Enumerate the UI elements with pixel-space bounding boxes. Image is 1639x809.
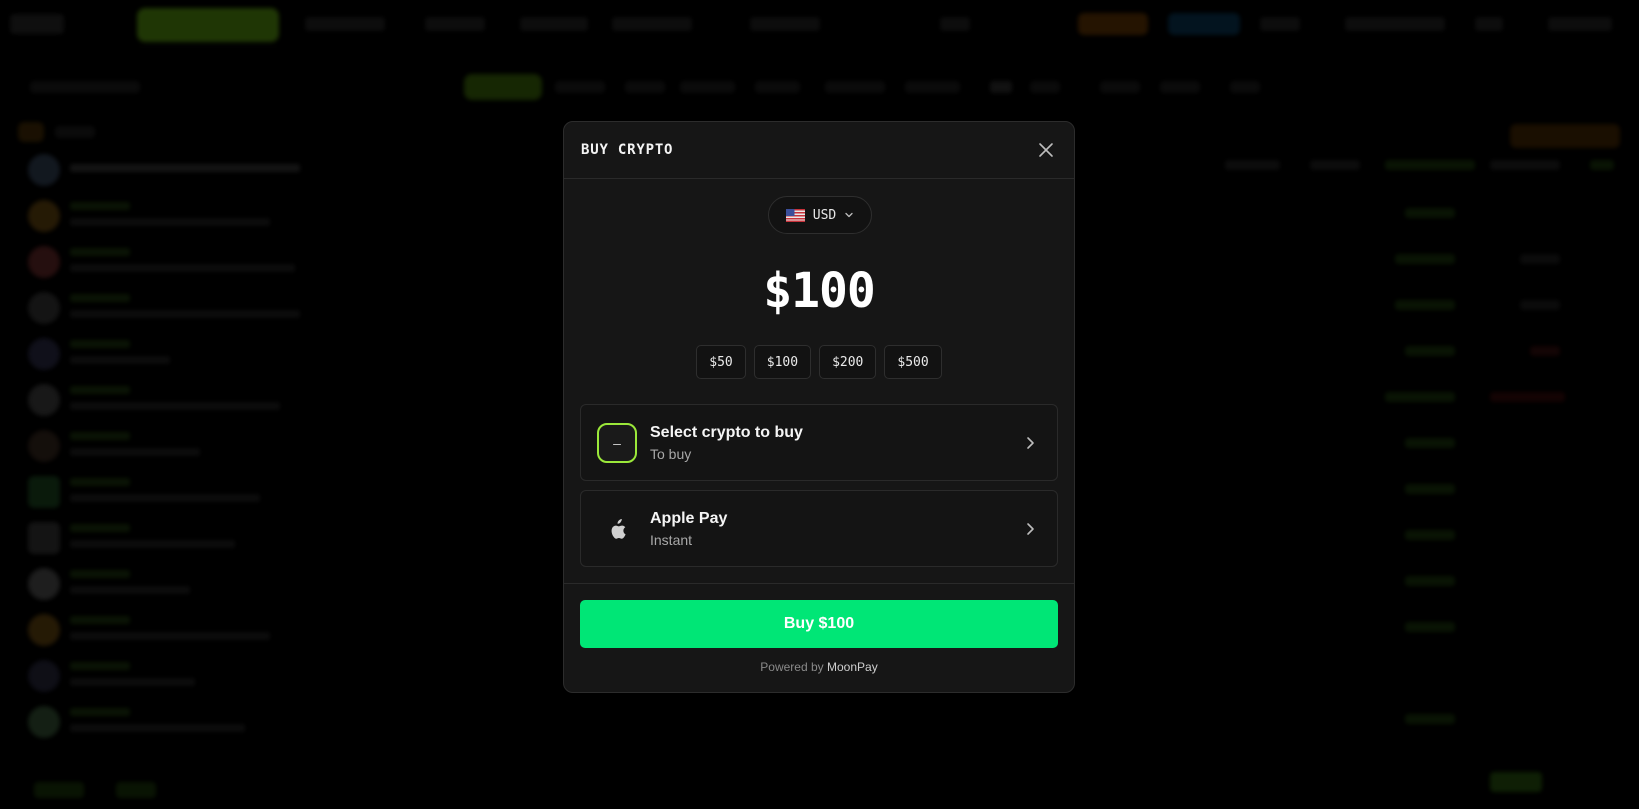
modal-footer-divider [564,583,1074,584]
powered-by: Powered by MoonPay [564,660,1074,674]
us-flag-icon [785,208,805,222]
crypto-placeholder-badge: – [597,423,637,463]
chevron-right-icon [1027,523,1034,535]
amount-presets: $50 $100 $200 $500 [564,345,1074,379]
powered-by-brand[interactable]: MoonPay [827,660,878,674]
select-crypto-title: Select crypto to buy [650,424,803,441]
currency-label: USD [812,207,837,223]
modal-title: BUY CRYPTO [581,142,674,158]
preset-100-button[interactable]: $100 [753,345,812,379]
modal-header: BUY CRYPTO [564,122,1074,179]
chevron-right-icon [1027,437,1034,449]
powered-by-prefix: Powered by [760,660,824,674]
payment-method-subtitle: Instant [650,532,693,548]
payment-method-title: Apple Pay [650,510,728,527]
buy-button[interactable]: Buy $100 [580,600,1058,648]
select-crypto-subtitle: To buy [650,446,692,462]
select-crypto-option[interactable]: – Select crypto to buy To buy [580,404,1058,481]
apple-icon [611,519,626,539]
amount-display[interactable]: $100 [564,263,1074,319]
preset-50-button[interactable]: $50 [696,345,746,379]
currency-select[interactable]: USD [768,196,872,234]
close-icon [1039,143,1053,157]
close-button[interactable] [1034,138,1058,162]
chevron-down-icon [845,212,853,218]
payment-method-option[interactable]: Apple Pay Instant [580,490,1058,567]
preset-200-button[interactable]: $200 [819,345,877,379]
preset-500-button[interactable]: $500 [884,345,942,379]
buy-crypto-modal: BUY CRYPTO USD $100 $50 $100 $200 $500 – [563,121,1075,693]
